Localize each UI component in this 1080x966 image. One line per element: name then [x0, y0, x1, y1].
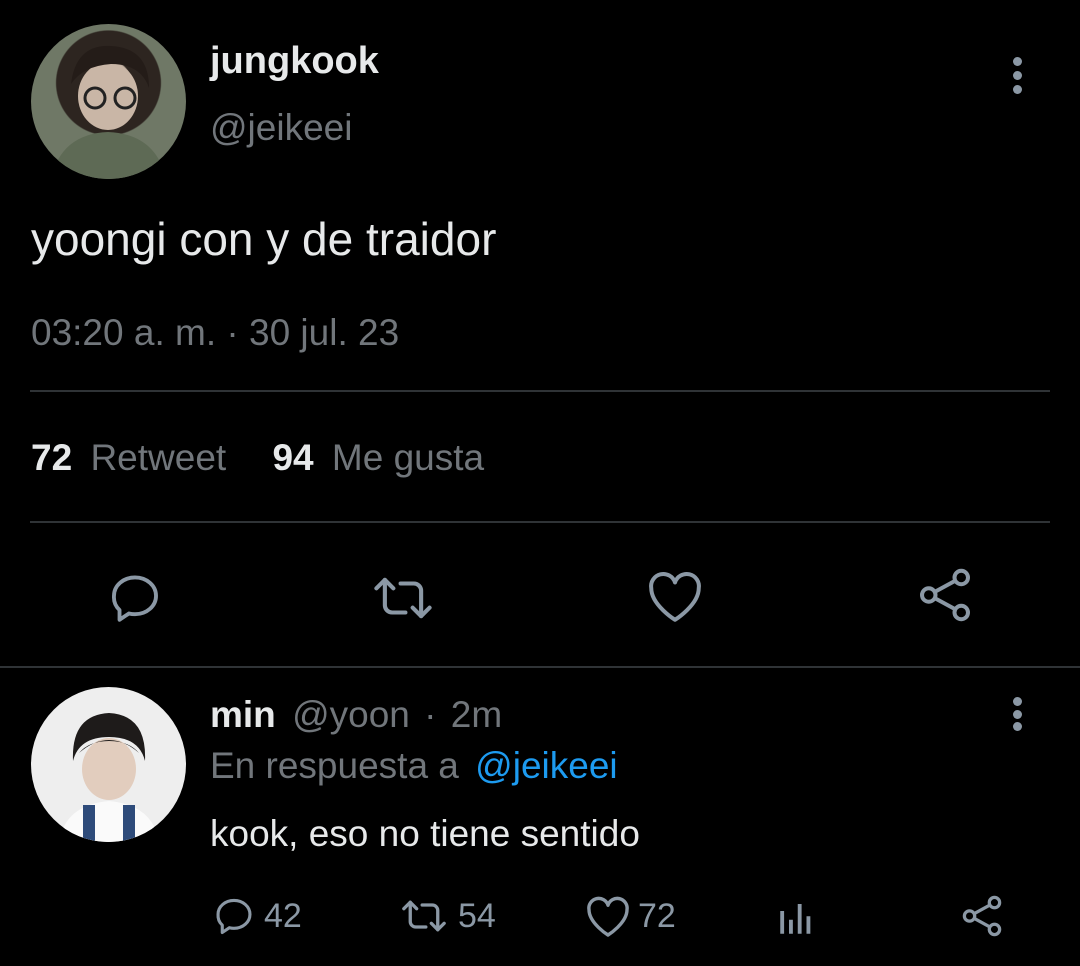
- like-icon: [649, 572, 701, 622]
- author-name[interactable]: jungkook: [210, 40, 379, 83]
- stats-icon: [780, 904, 811, 934]
- reply-like-button[interactable]: 72: [584, 893, 676, 939]
- author-avatar[interactable]: [31, 24, 186, 179]
- tweet-text: yoongi con y de traidor: [31, 213, 497, 265]
- share-icon: [919, 568, 971, 622]
- replying-to-prefix: En respuesta a: [210, 745, 459, 786]
- section-divider: [0, 666, 1080, 668]
- reply-author-handle[interactable]: @yoon: [292, 694, 410, 735]
- like-icon: [587, 896, 629, 937]
- divider: [30, 390, 1050, 392]
- reply-header: min @yoon · 2m: [210, 694, 502, 736]
- reply-time[interactable]: 2m: [451, 694, 502, 735]
- tweet-timestamp[interactable]: 03:20 a. m. · 30 jul. 23: [31, 312, 399, 354]
- reply-icon: [216, 898, 252, 935]
- reply-separator: ·: [424, 694, 437, 735]
- retweet-icon: [374, 577, 432, 619]
- retweet-count[interactable]: 72: [31, 437, 72, 478]
- reply-retweet-button[interactable]: 54: [396, 893, 496, 939]
- reply-stats-button[interactable]: [774, 896, 818, 940]
- retweet-label[interactable]: Retweet: [90, 437, 226, 478]
- retweet-icon: [402, 900, 446, 932]
- author-handle[interactable]: @jeikeei: [210, 107, 352, 149]
- like-label[interactable]: Me gusta: [332, 437, 484, 478]
- replying-to: En respuesta a @jeikeei: [210, 745, 618, 787]
- tweet-stats: 72 Retweet 94 Me gusta: [31, 437, 484, 479]
- share-button[interactable]: [914, 564, 976, 626]
- reply-text: kook, eso no tiene sentido: [210, 813, 640, 854]
- share-icon: [962, 895, 1002, 937]
- reply-share-button[interactable]: [958, 892, 1006, 940]
- divider: [30, 521, 1050, 523]
- reply-like-count: 72: [638, 896, 676, 935]
- more-options-icon[interactable]: [1011, 57, 1023, 94]
- reply-author-name[interactable]: min: [210, 694, 276, 735]
- reply-icon: [112, 575, 158, 622]
- reply-reply-count: 42: [264, 896, 302, 935]
- like-button[interactable]: [644, 566, 706, 626]
- reply-reply-button[interactable]: 42: [212, 893, 302, 939]
- reply-button[interactable]: [105, 568, 165, 628]
- like-count[interactable]: 94: [272, 437, 313, 478]
- reply-more-options-icon[interactable]: [1011, 697, 1023, 731]
- replying-to-handle[interactable]: @jeikeei: [475, 745, 617, 786]
- retweet-button[interactable]: [367, 568, 439, 628]
- reply-avatar[interactable]: [31, 687, 186, 842]
- reply-retweet-count: 54: [458, 896, 496, 935]
